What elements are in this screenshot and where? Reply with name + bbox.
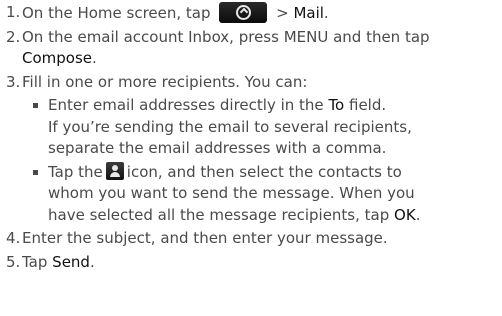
bullet-text: Tap the bbox=[48, 162, 103, 181]
bullet-text: field. bbox=[344, 96, 387, 114]
bullet-marker bbox=[33, 169, 38, 175]
bullet-text: icon, and then select the contacts to bbox=[126, 162, 402, 181]
send-keyword: Send bbox=[52, 252, 90, 271]
home-all-apps-icon bbox=[219, 2, 268, 23]
step-text: Enter the subject, and then enter your m… bbox=[22, 229, 388, 247]
step-number: 3. bbox=[6, 72, 21, 91]
step-text-arrow: > bbox=[276, 4, 294, 22]
step-number: 4. bbox=[6, 229, 21, 247]
step-text: Fill in one or more recipients. You can: bbox=[22, 72, 308, 91]
list-item: Tap the icon, and then select the contact… bbox=[6, 161, 500, 227]
instruction-document: 1. On the Home screen, tap > Mail. 2. On… bbox=[6, 2, 500, 273]
ok-keyword: OK bbox=[394, 205, 416, 224]
contact-person-icon bbox=[105, 161, 124, 180]
to-keyword: To bbox=[328, 96, 345, 114]
step-3: 3. Fill in one or more recipients. You c… bbox=[6, 72, 500, 94]
step-5: 5. Tap Send. bbox=[6, 252, 500, 274]
bullet-text: . bbox=[415, 205, 421, 224]
bullet-text: If you’re sending the email to several r… bbox=[48, 117, 412, 136]
step-period: . bbox=[323, 4, 329, 22]
step-number: 1. bbox=[6, 3, 21, 21]
recipient-options-list: Enter email addresses directly in the To… bbox=[6, 95, 500, 226]
list-item: Enter email addresses directly in the To… bbox=[6, 95, 500, 160]
bullet-text: Enter email addresses directly in the bbox=[48, 96, 329, 114]
step-period: . bbox=[89, 252, 95, 271]
step-text: Tap bbox=[22, 252, 53, 271]
step-4: 4. Enter the subject, and then enter you… bbox=[6, 228, 500, 250]
bullet-text: have selected all the message recipients… bbox=[48, 205, 395, 224]
bullet-text: separate the email addresses with a comm… bbox=[48, 139, 387, 157]
mail-keyword: Mail bbox=[293, 4, 324, 22]
step-number: 2. bbox=[6, 27, 21, 46]
bullet-marker bbox=[33, 103, 38, 108]
step-period: . bbox=[92, 49, 97, 67]
step-number: 5. bbox=[6, 252, 21, 271]
compose-keyword: Compose bbox=[22, 49, 93, 67]
step-text: On the Home screen, tap bbox=[22, 4, 211, 22]
step-text: On the email account Inbox, press MENU a… bbox=[22, 27, 430, 46]
step-2: 2. On the email account Inbox, press MEN… bbox=[6, 27, 500, 70]
bullet-text: whom you want to send the message. When … bbox=[48, 184, 415, 202]
step-1: 1. On the Home screen, tap > Mail. bbox=[6, 2, 500, 25]
